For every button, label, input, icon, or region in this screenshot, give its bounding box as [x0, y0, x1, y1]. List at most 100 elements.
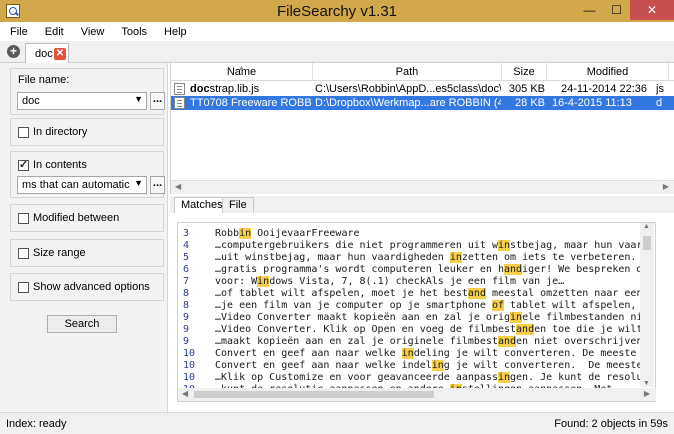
in-directory-checkbox[interactable] — [18, 127, 29, 138]
match-line-number: 4 — [183, 240, 190, 251]
scroll-right-icon[interactable]: ▶ — [663, 182, 669, 191]
result-name: TT0708 Freeware ROBBIN (4000 — [190, 97, 312, 109]
match-highlight: in — [497, 372, 511, 383]
match-highlight: of — [491, 300, 504, 311]
match-highlight: in — [497, 240, 511, 251]
match-line-number: 8 — [183, 288, 190, 299]
size-range-checkbox[interactable] — [18, 248, 29, 259]
tab-file[interactable]: File — [222, 197, 254, 213]
menu-view[interactable]: View — [71, 22, 112, 41]
scroll-thumb[interactable] — [643, 236, 651, 250]
matches-panel: 3 Robbin OoijevaarFreeware 4 …computergebru… — [177, 222, 656, 402]
result-size: 28 KB — [515, 97, 545, 109]
in-directory-label: In directory — [33, 126, 88, 138]
menu-edit[interactable]: Edit — [35, 22, 71, 41]
result-path: D:\Dropbox\Werkmap...are ROBBIN (4000w) — [315, 97, 501, 109]
in-contents-group: In contents ms that can automatically ▼ … — [10, 151, 165, 198]
found-status: Found: 2 objects in 59s — [554, 418, 668, 430]
scroll-right-icon[interactable]: ▶ — [644, 389, 650, 398]
index-status: Index: ready — [6, 418, 67, 430]
match-line-number: 6 — [183, 264, 190, 275]
minimize-button[interactable]: — — [576, 0, 603, 20]
result-extra: d — [656, 97, 663, 109]
close-button[interactable]: ✕ — [630, 0, 674, 20]
column-size[interactable]: Size — [502, 63, 547, 81]
add-tab-icon[interactable]: + — [7, 45, 20, 58]
results-horizontal-scrollbar[interactable]: ◀ ▶ — [171, 180, 674, 194]
search-button[interactable]: Search — [47, 315, 117, 333]
tab-label: doc — [35, 48, 53, 60]
menu-file[interactable]: File — [0, 22, 35, 41]
menu-bar: File Edit View Tools Help — [0, 22, 674, 41]
size-range-group: Size range — [10, 239, 164, 267]
match-text: …maakt kopieën aan en zal je originele f… — [215, 336, 655, 347]
tab-strip: + doc ✕ — [0, 41, 674, 63]
modified-between-checkbox[interactable] — [18, 213, 29, 224]
chevron-down-icon: ▼ — [134, 94, 143, 104]
result-modified: 16-4-2015 11:13 — [552, 97, 632, 109]
scroll-left-icon[interactable]: ◀ — [175, 182, 181, 191]
show-advanced-checkbox[interactable] — [18, 282, 29, 293]
match-highlight: in — [257, 276, 270, 287]
menu-tools[interactable]: Tools — [111, 22, 154, 41]
file-name-value: doc — [22, 95, 40, 107]
match-highlight: and — [467, 288, 486, 299]
file-icon — [174, 83, 185, 95]
match-text: …Klik op Customize en voor geavanceerde … — [215, 372, 656, 383]
matches-horizontal-scrollbar[interactable]: ◀ ▶ — [178, 388, 656, 401]
window-title: FileSearchy v1.31 — [276, 3, 398, 20]
match-highlight: in — [449, 252, 462, 263]
contents-value: ms that can automatically — [22, 179, 130, 191]
match-line-number: 9 — [183, 312, 190, 323]
column-name[interactable]: ▲ Name — [171, 63, 313, 81]
match-highlight: in — [431, 360, 444, 371]
in-contents-checkbox[interactable] — [18, 158, 29, 171]
match-text: …computergebruikers die niet programmere… — [215, 240, 655, 251]
file-name-combo[interactable]: doc ▼ — [17, 92, 147, 110]
match-highlight: and — [516, 324, 535, 335]
match-text: …uit winstbejag, maar hun vaardigheden i… — [215, 252, 656, 263]
contents-combo[interactable]: ms that can automatically ▼ — [17, 176, 147, 194]
show-advanced-label: Show advanced options — [33, 281, 150, 293]
match-text: …Video Converter maakt kopieën aan en za… — [215, 312, 655, 323]
match-line-number: 9 — [183, 336, 190, 347]
file-name-group: File name: doc ▼ ... — [10, 68, 165, 115]
preview-tabs: Matches File — [170, 196, 674, 213]
close-tab-icon[interactable]: ✕ — [54, 48, 66, 60]
scroll-down-icon[interactable]: ▼ — [643, 380, 650, 387]
sort-up-icon: ▲ — [238, 65, 245, 72]
match-line-number: 10 — [183, 348, 196, 359]
menu-help[interactable]: Help — [154, 22, 194, 41]
match-text: …gratis programma's wordt computeren leu… — [215, 264, 655, 275]
chevron-down-icon: ▼ — [134, 178, 143, 188]
match-text: …of tablet wilt afspelen, moet je het be… — [215, 288, 656, 299]
column-modified[interactable]: Modified — [547, 63, 669, 81]
match-text: voor: Windows Vista, 7, 8(.1) checkAls j… — [215, 276, 565, 287]
table-row[interactable]: docstrap.lib.js C:\Users\Robbin\AppD...e… — [171, 82, 674, 96]
browse-contents-button[interactable]: ... — [150, 176, 165, 194]
size-range-label: Size range — [33, 247, 86, 259]
scroll-left-icon[interactable]: ◀ — [182, 389, 188, 398]
modified-between-label: Modified between — [33, 212, 120, 224]
match-line-number: 5 — [183, 252, 190, 263]
table-row[interactable]: TT0708 Freeware ROBBIN (4000 D:\Dropbox\… — [171, 96, 674, 110]
matches-vertical-scrollbar[interactable]: ▲ ▼ — [640, 223, 654, 387]
match-line-number: 3 — [183, 228, 190, 239]
scroll-thumb[interactable] — [194, 391, 434, 398]
match-highlight: in — [401, 348, 414, 359]
file-icon — [174, 97, 185, 109]
file-name-label: File name: — [18, 74, 70, 86]
match-line-number: 9 — [183, 324, 190, 335]
maximize-button[interactable]: ☐ — [603, 0, 630, 20]
match-highlight: in — [239, 228, 252, 239]
browse-file-name-button[interactable]: ... — [150, 92, 165, 110]
result-extra: js — [656, 83, 664, 95]
column-path[interactable]: Path — [313, 63, 502, 81]
in-contents-label: In contents — [33, 159, 87, 171]
tab-doc[interactable]: doc ✕ — [25, 43, 69, 63]
match-line-number: 10 — [183, 372, 196, 383]
scroll-up-icon[interactable]: ▲ — [643, 223, 650, 230]
match-line-number: 10 — [183, 360, 196, 371]
match-line-number: 8 — [183, 300, 190, 311]
modified-between-group: Modified between — [10, 204, 164, 232]
